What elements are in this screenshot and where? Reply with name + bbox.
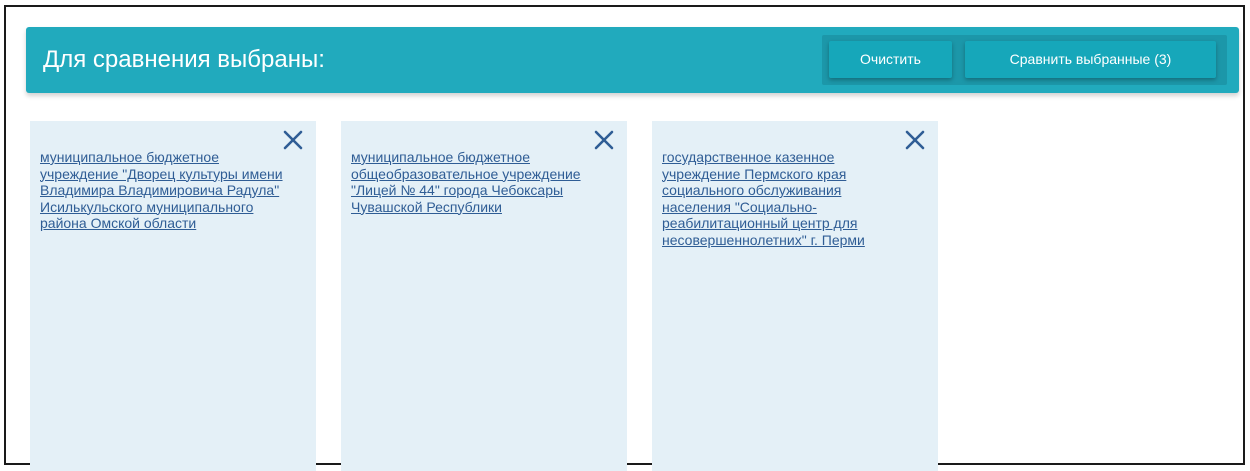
organization-link[interactable]: муниципальное бюджетное общеобразователь…: [351, 149, 601, 215]
comparison-panel: Для сравнения выбраны: Очистить Сравнить…: [4, 5, 1245, 471]
selected-item-card: государственное казенное учреждение Перм…: [652, 121, 938, 471]
compare-selected-button[interactable]: Сравнить выбранные (3): [965, 41, 1216, 78]
comparison-title: Для сравнения выбраны:: [43, 46, 325, 73]
organization-link[interactable]: государственное казенное учреждение Перм…: [662, 149, 912, 248]
close-icon[interactable]: [282, 129, 304, 151]
clear-button[interactable]: Очистить: [829, 41, 952, 78]
selected-item-card: муниципальное бюджетное общеобразователь…: [341, 121, 627, 471]
selected-item-card: муниципальное бюджетное учреждение "Двор…: [30, 121, 316, 471]
close-icon[interactable]: [593, 129, 615, 151]
organization-link[interactable]: муниципальное бюджетное учреждение "Двор…: [40, 149, 290, 232]
close-icon[interactable]: [904, 129, 926, 151]
header-actions: Очистить Сравнить выбранные (3): [822, 35, 1227, 85]
comparison-header: Для сравнения выбраны: Очистить Сравнить…: [26, 27, 1239, 93]
